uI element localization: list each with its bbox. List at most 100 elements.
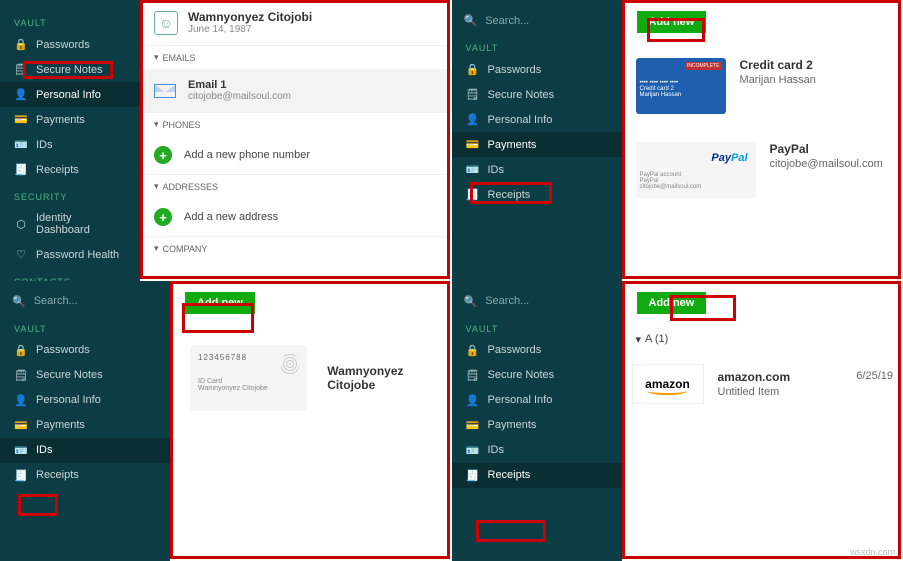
payment-row-credit-card[interactable]: INCOMPLETE •••• •••• •••• •••• Credit ca… bbox=[622, 44, 903, 128]
sidebar-item-personal-info[interactable]: 👤Personal Info bbox=[0, 388, 170, 413]
addresses-section-header[interactable]: ▾ ADDRESSES bbox=[140, 174, 452, 198]
vault-header: VAULT bbox=[452, 314, 622, 338]
sidebar-item-personal-info[interactable]: 👤Personal Info bbox=[0, 82, 140, 107]
amazon-logo-icon: amazon bbox=[632, 364, 704, 404]
phones-section-header[interactable]: ▾ PHONES bbox=[140, 112, 452, 136]
sidebar-item-ids[interactable]: 🪪IDs bbox=[0, 438, 170, 463]
email-label: Email 1 bbox=[188, 79, 291, 91]
paypal-thumbnail: PayPal PayPal account PayPal citojobe@ma… bbox=[636, 142, 756, 198]
lock-icon: 🔒 bbox=[466, 344, 480, 357]
sidebar-item-secure-notes[interactable]: 🗒Secure Notes bbox=[0, 57, 140, 82]
person-icon: 👤 bbox=[466, 394, 480, 407]
sidebar-item-personal-info[interactable]: 👤Personal Info bbox=[452, 388, 622, 413]
sidebar-item-password-health[interactable]: ♡Password Health bbox=[0, 242, 140, 267]
payment-title: PayPal bbox=[770, 142, 883, 156]
sidebar-item-receipts[interactable]: 🧾Receipts bbox=[452, 182, 622, 207]
id-row[interactable]: 123456788 ID Card Wamnyonyez Citojobe Wa… bbox=[170, 325, 452, 431]
emails-section-header[interactable]: ▾ EMAILS bbox=[140, 45, 452, 69]
sidebar-item-receipts[interactable]: 🧾Receipts bbox=[0, 463, 170, 488]
receipt-subtitle: Untitled Item bbox=[718, 386, 894, 398]
sidebar-item-secure-notes[interactable]: 🗒Secure Notes bbox=[0, 363, 170, 388]
person-icon: 👤 bbox=[14, 394, 28, 407]
search-icon: 🔍 bbox=[12, 295, 26, 308]
lock-icon: 🔒 bbox=[14, 344, 28, 357]
lock-icon: 🔒 bbox=[14, 38, 28, 51]
search-input[interactable]: 🔍Search... bbox=[452, 289, 622, 314]
sidebar-item-receipts[interactable]: 🧾Receipts bbox=[0, 157, 140, 182]
add-new-button[interactable]: Add new bbox=[636, 10, 708, 34]
vault-header: VAULT bbox=[0, 314, 170, 338]
sidebar-item-payments[interactable]: 💳Payments bbox=[0, 107, 140, 132]
receipt-icon: 🧾 bbox=[14, 469, 28, 482]
profile-header: ☺ Wamnyonyez Citojobi June 14, 1987 bbox=[140, 0, 452, 45]
search-input[interactable]: 🔍Search... bbox=[452, 8, 622, 33]
card-icon: 💳 bbox=[14, 113, 28, 126]
payment-row-paypal[interactable]: PayPal PayPal account PayPal citojobe@ma… bbox=[622, 128, 903, 212]
security-header: SECURITY bbox=[0, 182, 140, 206]
group-header[interactable]: ▾ A (1) bbox=[622, 325, 903, 354]
note-icon: 🗒 bbox=[466, 88, 480, 101]
payment-subtitle: citojobe@mailsoul.com bbox=[770, 158, 883, 170]
sidebar-item-passwords[interactable]: 🔒Passwords bbox=[452, 57, 622, 82]
id-icon: 🪪 bbox=[466, 163, 480, 176]
sidebar-item-secure-notes[interactable]: 🗒Secure Notes bbox=[452, 363, 622, 388]
search-icon: 🔍 bbox=[464, 295, 478, 308]
incomplete-badge: INCOMPLETE bbox=[685, 62, 722, 70]
id-icon: 🪪 bbox=[466, 444, 480, 457]
watermark: wsxdn.com bbox=[850, 547, 895, 557]
card-icon: 💳 bbox=[14, 419, 28, 432]
sidebar-item-personal-info[interactable]: 👤Personal Info bbox=[452, 107, 622, 132]
sidebar-item-passwords[interactable]: 🔒Passwords bbox=[0, 32, 140, 57]
search-icon: 🔍 bbox=[464, 14, 478, 27]
id-card-thumbnail: 123456788 ID Card Wamnyonyez Citojobe bbox=[190, 345, 307, 411]
person-icon: 👤 bbox=[466, 113, 480, 126]
lock-icon: 🔒 bbox=[466, 63, 480, 76]
plus-icon: + bbox=[154, 208, 172, 226]
paypal-logo-icon: PayPal bbox=[711, 152, 747, 164]
receipt-date: 6/25/19 bbox=[856, 370, 893, 384]
company-section-header[interactable]: ▾ COMPANY bbox=[140, 236, 452, 260]
note-icon: 🗒 bbox=[466, 369, 480, 382]
profile-dob: June 14, 1987 bbox=[188, 24, 312, 35]
card-icon: 💳 bbox=[466, 138, 480, 151]
receipt-icon: 🧾 bbox=[14, 163, 28, 176]
sidebar-item-payments[interactable]: 💳Payments bbox=[452, 132, 622, 157]
email-address: citojobe@mailsoul.com bbox=[188, 91, 291, 102]
sidebar-item-payments[interactable]: 💳Payments bbox=[0, 413, 170, 438]
sidebar-item-ids[interactable]: 🪪IDs bbox=[452, 438, 622, 463]
note-icon: 🗒 bbox=[14, 63, 28, 76]
add-address-row[interactable]: + Add a new address bbox=[140, 198, 452, 236]
id-icon: 🪪 bbox=[14, 138, 28, 151]
payment-title: Credit card 2 bbox=[740, 58, 816, 72]
plus-icon: + bbox=[154, 146, 172, 164]
email-row[interactable]: Email 1 citojobe@mailsoul.com bbox=[140, 69, 452, 112]
vault-header: VAULT bbox=[452, 33, 622, 57]
add-new-button[interactable]: Add new bbox=[184, 291, 256, 315]
envelope-icon bbox=[154, 84, 176, 98]
sidebar-item-receipts[interactable]: 🧾Receipts bbox=[452, 463, 622, 488]
receipt-icon: 🧾 bbox=[466, 188, 480, 201]
note-icon: 🗒 bbox=[14, 369, 28, 382]
receipt-merchant: amazon.com bbox=[718, 370, 791, 384]
sidebar-item-ids[interactable]: 🪪IDs bbox=[452, 157, 622, 182]
add-phone-row[interactable]: + Add a new phone number bbox=[140, 136, 452, 174]
receipt-icon: 🧾 bbox=[466, 469, 480, 482]
sidebar-item-passwords[interactable]: 🔒Passwords bbox=[0, 338, 170, 363]
person-icon: 👤 bbox=[14, 88, 28, 101]
profile-name: Wamnyonyez Citojobi bbox=[188, 10, 312, 24]
credit-card-thumbnail: INCOMPLETE •••• •••• •••• •••• Credit ca… bbox=[636, 58, 726, 114]
shield-icon: ⬡ bbox=[14, 218, 28, 231]
sidebar-item-passwords[interactable]: 🔒Passwords bbox=[452, 338, 622, 363]
sidebar-item-payments[interactable]: 💳Payments bbox=[452, 413, 622, 438]
sidebar-item-ids[interactable]: 🪪IDs bbox=[0, 132, 140, 157]
add-new-button[interactable]: Add new bbox=[636, 291, 708, 315]
sidebar-item-secure-notes[interactable]: 🗒Secure Notes bbox=[452, 82, 622, 107]
id-title: Wamnyonyez Citojobe bbox=[327, 364, 451, 392]
sidebar-item-identity-dashboard[interactable]: ⬡Identity Dashboard bbox=[0, 206, 140, 242]
contacts-header: CONTACTS bbox=[0, 267, 140, 281]
receipt-row[interactable]: amazon amazon.com 6/25/19 Untitled Item bbox=[622, 354, 903, 414]
card-icon: 💳 bbox=[466, 419, 480, 432]
payment-subtitle: Marijan Hassan bbox=[740, 74, 816, 86]
avatar-icon: ☺ bbox=[154, 11, 178, 35]
search-input[interactable]: 🔍Search... bbox=[0, 289, 170, 314]
